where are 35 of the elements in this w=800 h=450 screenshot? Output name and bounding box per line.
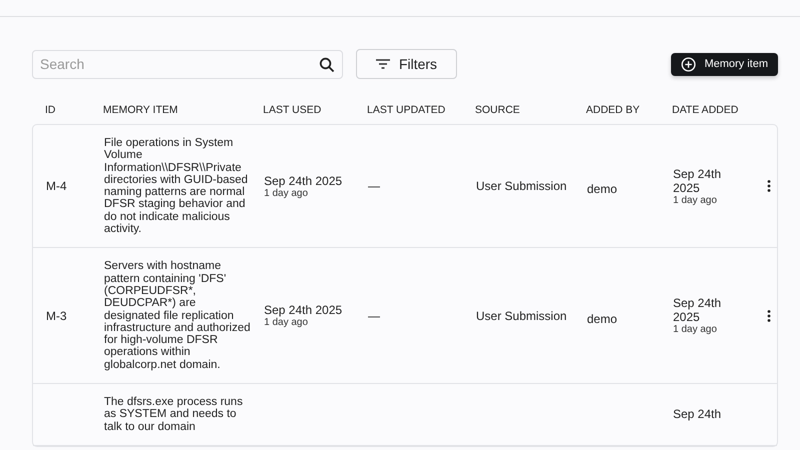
- table-cell: Sep 24th 2025: [264, 303, 342, 318]
- table-cell-text: File operations in System Volume Information\\DFSR\\Private directories with GUID-based naming patterns are normal DFSR staging behavior and do not indicate malicious activity.: [104, 137, 249, 236]
- relative-time: 1 day ago: [673, 194, 717, 206]
- table-cell: demo: [587, 312, 618, 326]
- column-header: ID: [45, 104, 56, 116]
- column-header: ADDED BY: [586, 104, 641, 116]
- add-memory-item-button[interactable]: Memory item: [671, 52, 778, 76]
- plus-circle-icon: [681, 56, 696, 72]
- table-cell: M-4: [46, 179, 67, 194]
- table-cell-text: Sep 24th 2025: [673, 296, 722, 324]
- table-cell: Sep 24th 2025: [264, 174, 342, 188]
- column-header: MEMORY ITEM: [103, 104, 179, 116]
- table-cell: —: [368, 308, 380, 323]
- table-cell: User Submission: [476, 308, 567, 323]
- relative-time: 1 day ago: [673, 324, 717, 336]
- table-cell: M-3: [46, 308, 67, 323]
- column-header: DATE ADDED: [672, 104, 740, 116]
- relative-time: 1 day ago: [264, 317, 308, 328]
- column-header: LAST UPDATED: [367, 104, 446, 116]
- more-icon[interactable]: [767, 310, 771, 322]
- table-cell-text: The dfsrs.exe process runs as SYSTEM and needs to talk to our domain: [104, 396, 244, 433]
- table-cell: —: [368, 179, 380, 194]
- table-cell-text: Servers with hostname pattern containing 'DFS' (CORPEUDFSR*, DEUDCPAR*) are designated file replication infrastructure and authorized for high-volume DFSR operations within globalcorp.net domain.: [104, 260, 252, 372]
- table-cell: demo: [587, 182, 618, 196]
- table-cell: User Submission: [476, 179, 567, 194]
- relative-time: 1 day ago: [264, 188, 308, 199]
- more-icon[interactable]: [767, 180, 771, 192]
- search-field[interactable]: Search: [32, 50, 343, 78]
- column-header: SOURCE: [475, 104, 521, 116]
- table-cell-text: Sep 24th 2025: [673, 166, 722, 195]
- filter-icon: [376, 59, 390, 69]
- filters-button[interactable]: Filters: [356, 49, 457, 79]
- search-icon: [319, 56, 335, 72]
- column-header: LAST USED: [263, 104, 322, 116]
- table-cell-text: Sep 24th: [673, 407, 722, 422]
